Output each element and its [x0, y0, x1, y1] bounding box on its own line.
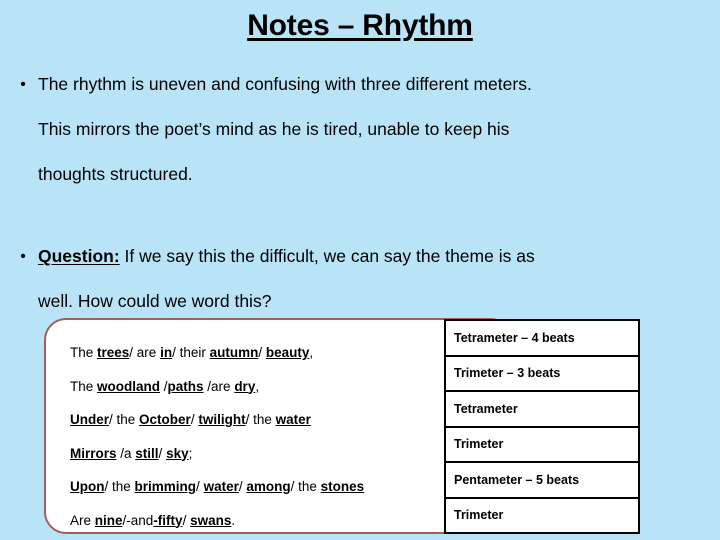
question-text: If we say this the difficult, we can say…	[124, 246, 535, 266]
slide-canvas: Notes – Rhythm • The rhythm is uneven an…	[0, 0, 720, 540]
bullet-dot-icon: •	[20, 248, 26, 265]
bullet-row: • The rhythm is uneven and confusing wit…	[8, 62, 712, 107]
stressed-syllable: swans	[190, 512, 232, 528]
bullet-dot-icon: •	[20, 76, 26, 93]
poem-line: Under/ the October/ twilight/ the water	[70, 403, 450, 437]
unstressed-text: Are	[70, 512, 95, 528]
stressed-syllable: water	[203, 479, 239, 494]
stressed-syllable: brimming	[134, 479, 197, 494]
poem-line: The woodland /paths /are dry,	[70, 370, 450, 404]
stressed-syllable: sky	[166, 445, 189, 461]
poem-line: The trees/ are in/ their autumn/ beauty,	[70, 336, 450, 370]
stressed-syllable: among	[246, 479, 291, 494]
table-row: Trimeter	[444, 425, 640, 463]
question-line-1: Question: If we say this the difficult, …	[38, 234, 712, 279]
unstressed-text: ;	[188, 445, 193, 461]
unstressed-text: ,	[255, 378, 260, 394]
unstressed-text: The	[70, 345, 98, 360]
stressed-syllable: trees	[97, 345, 130, 360]
bullet-line-2: This mirrors the poet’s mind as he is ti…	[38, 119, 510, 139]
table-row: Tetrameter – 4 beats	[444, 319, 640, 357]
stressed-syllable: twilight	[198, 412, 246, 427]
stressed-syllable: woodland	[97, 378, 161, 394]
stressed-syllable: nine	[94, 512, 123, 528]
stressed-syllable: October	[139, 412, 191, 427]
stressed-syllable: Mirrors	[70, 445, 117, 461]
question-label: Question:	[38, 246, 120, 266]
unstressed-text: .	[231, 512, 236, 528]
table-row: Tetrameter	[444, 390, 640, 428]
stressed-syllable: autumn	[209, 345, 259, 360]
poem-line: Mirrors /a still/ sky;	[70, 437, 450, 471]
bullet-row: • Question: If we say this the difficult…	[8, 234, 712, 279]
bullet-block-rhythm: • The rhythm is uneven and confusing wit…	[8, 62, 712, 197]
page-title-text: Notes – Rhythm	[247, 9, 473, 42]
unstressed-text: /-and	[122, 512, 154, 528]
unstressed-text: /	[160, 378, 168, 394]
unstressed-text: /	[182, 512, 191, 528]
unstressed-text: /	[258, 345, 266, 360]
bullet-line-1: The rhythm is uneven and confusing with …	[38, 74, 532, 94]
stressed-syllable: still	[135, 445, 159, 461]
meter-cell: Pentameter – 5 beats	[444, 461, 640, 499]
page-title: Notes – Rhythm	[0, 8, 720, 44]
bullet-line-3: thoughts structured.	[38, 164, 193, 184]
stressed-syllable: -fifty	[153, 512, 183, 528]
unstressed-text: ,	[309, 345, 314, 360]
stressed-syllable: dry	[234, 378, 256, 394]
unstressed-text: / the	[245, 412, 276, 427]
poem-scansion-lines: The trees/ are in/ their autumn/ beauty,…	[70, 336, 450, 537]
meter-table: Tetrameter – 4 beats Trimeter – 3 beats Te…	[444, 319, 640, 534]
stressed-syllable: Upon	[70, 479, 105, 494]
unstressed-text: / their	[172, 345, 210, 360]
unstressed-text: /a	[116, 445, 136, 461]
stressed-syllable: paths	[167, 378, 204, 394]
unstressed-text: /	[158, 445, 167, 461]
meter-cell: Tetrameter	[444, 390, 640, 428]
meter-cell: Trimeter	[444, 425, 640, 463]
meter-cell: Trimeter	[444, 496, 640, 534]
table-row: Trimeter	[444, 496, 640, 534]
stressed-syllable: beauty	[265, 345, 310, 360]
unstressed-text: /are	[203, 378, 235, 394]
poem-line: Are nine/-and-fifty/ swans.	[70, 504, 450, 538]
unstressed-text: / the	[109, 412, 140, 427]
meter-cell: Tetrameter – 4 beats	[444, 319, 640, 357]
unstressed-text: / the	[290, 479, 321, 494]
meter-table-body: Tetrameter – 4 beats Trimeter – 3 beats Te…	[444, 319, 640, 534]
stressed-syllable: stones	[320, 479, 365, 494]
unstressed-text: The	[70, 378, 98, 394]
bullet-block-question: • Question: If we say this the difficult…	[8, 234, 712, 324]
table-row: Trimeter – 3 beats	[444, 354, 640, 392]
unstressed-text: /	[196, 479, 204, 494]
table-row: Pentameter – 5 beats	[444, 461, 640, 499]
stressed-syllable: Under	[70, 412, 110, 427]
poem-line: Upon/ the brimming/ water/ among/ the st…	[70, 470, 450, 504]
unstressed-text: / are	[129, 345, 161, 360]
meter-cell: Trimeter – 3 beats	[444, 354, 640, 392]
stressed-syllable: in	[160, 345, 173, 360]
unstressed-text: / the	[104, 479, 135, 494]
stressed-syllable: water	[275, 412, 311, 427]
